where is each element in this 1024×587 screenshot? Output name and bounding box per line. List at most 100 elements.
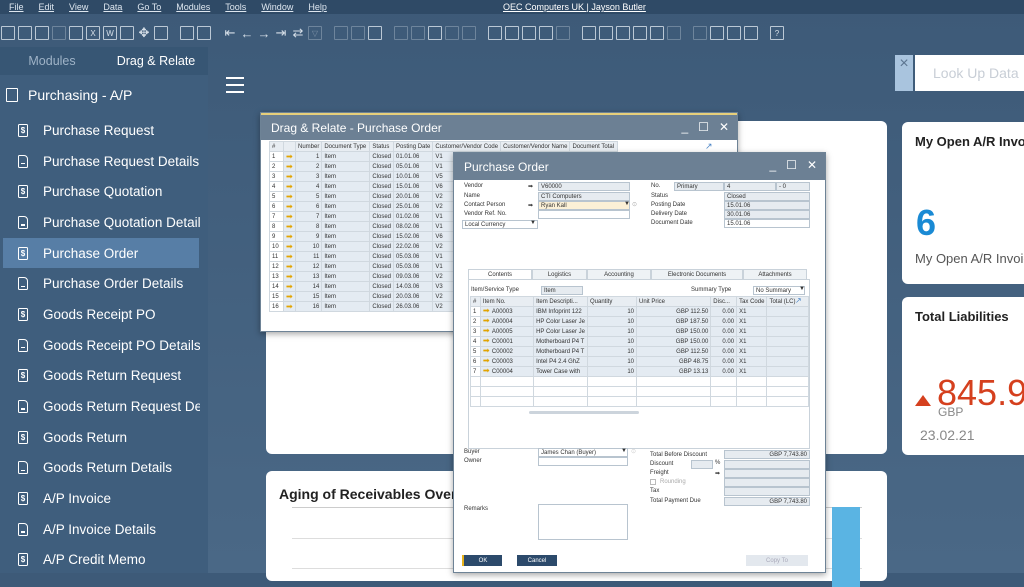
preview-icon[interactable] — [1, 26, 15, 40]
tab-drag-relate[interactable]: Drag & Relate — [104, 47, 208, 75]
link-arrow-icon[interactable]: ➡ — [283, 221, 296, 232]
sidebar-item[interactable]: A/P Invoice Details — [0, 514, 200, 545]
find-icon[interactable] — [180, 26, 194, 40]
expand-icon[interactable]: ↗ — [795, 296, 802, 305]
users-icon[interactable] — [633, 26, 647, 40]
table-cell[interactable]: X1 — [736, 306, 768, 317]
horizontal-scrollbar[interactable] — [529, 411, 639, 414]
table-cell[interactable]: 0.00 — [710, 316, 738, 327]
table-cell[interactable]: ➡ C00002 — [479, 346, 535, 357]
table-cell[interactable]: 10 — [587, 366, 637, 377]
menu-goto[interactable]: Go To — [137, 2, 161, 12]
link-arrow-icon[interactable]: ➡ — [483, 368, 492, 376]
table-cell[interactable] — [479, 396, 535, 407]
link-arrow-icon[interactable]: ➡ — [283, 291, 296, 302]
table-cell[interactable]: ➡ C00004 — [479, 366, 535, 377]
table-row[interactable]: 1 ➡ A00003 IBM Infoprint 122 10 GBP 112.50 0.… — [470, 306, 809, 317]
table-cell[interactable] — [766, 326, 809, 337]
link-arrow-icon[interactable]: ➡ — [528, 203, 533, 209]
contact-person-select[interactable]: Ryan Kall — [538, 201, 630, 210]
table-cell[interactable] — [533, 376, 588, 387]
sidebar-item[interactable]: $ Purchase Quotation — [0, 176, 200, 207]
table-row[interactable]: 5 ➡ C00002 Motherboard P4 T 10 GBP 112.50 0.0… — [470, 346, 809, 357]
table-cell[interactable] — [736, 386, 768, 397]
table-cell[interactable] — [766, 386, 809, 397]
expand-icon[interactable]: ↗ — [705, 141, 713, 152]
tab-modules[interactable]: Modules — [0, 47, 104, 75]
column-header[interactable]: Posting Date — [393, 141, 434, 152]
table-cell[interactable]: 10 — [587, 336, 637, 347]
table-cell[interactable] — [587, 376, 637, 387]
table-cell[interactable]: IBM Infoprint 122 — [533, 306, 588, 317]
approve-icon[interactable] — [727, 26, 741, 40]
freight-field[interactable] — [724, 469, 810, 478]
table-cell[interactable]: GBP 150.00 — [635, 336, 712, 347]
link-arrow-icon[interactable]: ➡ — [483, 348, 492, 356]
vendor-ref-field[interactable] — [538, 210, 630, 219]
link-arrow-icon[interactable]: ➡ — [483, 338, 492, 346]
table-cell[interactable]: X1 — [736, 356, 768, 367]
table-cell[interactable]: X1 — [736, 316, 768, 327]
rounding-checkbox[interactable] — [650, 479, 656, 485]
first-record-icon[interactable]: ⇤ — [223, 25, 237, 40]
cancel-button[interactable]: Cancel — [517, 555, 557, 566]
sidebar-item[interactable]: Purchase Quotation Details — [0, 207, 200, 238]
tab-electronic-documents[interactable]: Electronic Documents — [651, 269, 743, 279]
buyer-select[interactable]: James Chan (Buyer) — [538, 448, 628, 457]
column-header[interactable]: Tax Code — [736, 296, 768, 307]
table-cell[interactable]: Motherboard P4 T — [533, 346, 588, 357]
menu-modules[interactable]: Modules — [176, 2, 210, 12]
alert-icon[interactable] — [582, 26, 596, 40]
table-cell[interactable]: 0.00 — [710, 366, 738, 377]
maximize-icon[interactable]: ☐ — [786, 158, 797, 172]
copy-icon[interactable] — [69, 26, 83, 40]
table-cell[interactable]: X1 — [736, 366, 768, 377]
target-document-icon[interactable] — [368, 26, 382, 40]
sidebar-item[interactable]: $ A/P Credit Memo — [0, 545, 200, 576]
table-cell[interactable]: X1 — [736, 326, 768, 337]
sidebar-item[interactable]: Goods Return Details — [0, 453, 200, 484]
table-cell[interactable] — [470, 386, 481, 397]
table-cell[interactable]: Motherboard P4 T — [533, 336, 588, 347]
table-cell[interactable] — [736, 376, 768, 387]
table-row[interactable]: 2 ➡ A00004 HP Color Laser Je 10 GBP 187.50 0.… — [470, 316, 809, 327]
link-arrow-icon[interactable]: ➡ — [283, 261, 296, 272]
dropdown-icon[interactable]: ▼ — [530, 220, 536, 226]
copy-to-button[interactable]: Copy To — [746, 555, 808, 566]
link-arrow-icon[interactable]: ➡ — [483, 328, 492, 336]
table-cell[interactable] — [635, 396, 712, 407]
table-cell[interactable] — [766, 376, 809, 387]
payment-means-icon[interactable] — [411, 26, 425, 40]
column-header[interactable]: Customer/Vendor Name — [500, 141, 571, 152]
help-icon[interactable]: ? — [770, 26, 784, 40]
tab-contents[interactable]: Contents — [468, 269, 532, 279]
table-cell[interactable]: 10 — [587, 306, 637, 317]
sidebar-item[interactable]: Purchase Request Details — [0, 146, 200, 177]
column-header[interactable]: Item Descripti... — [533, 296, 588, 307]
menu-edit[interactable]: Edit — [39, 2, 55, 12]
pdf-export-icon[interactable] — [120, 26, 134, 40]
last-record-icon[interactable]: ⇥ — [274, 25, 288, 40]
table-cell[interactable] — [766, 346, 809, 357]
column-header[interactable]: # — [470, 296, 481, 307]
table-cell[interactable]: X1 — [736, 336, 768, 347]
column-header[interactable]: Quantity — [587, 296, 637, 307]
table-cell[interactable] — [766, 366, 809, 377]
table-cell[interactable]: GBP 150.00 — [635, 326, 712, 337]
table-cell[interactable] — [479, 386, 535, 397]
filter-icon[interactable]: ▽ — [308, 26, 322, 40]
sidebar-item[interactable]: $ Goods Receipt PO — [0, 299, 200, 330]
documents-icon[interactable] — [616, 26, 630, 40]
table-cell[interactable] — [710, 376, 738, 387]
table-cell[interactable] — [635, 376, 712, 387]
settings-icon[interactable] — [505, 26, 519, 40]
table-row[interactable]: 7 ➡ C00004 Tower Case with 10 GBP 13.13 0.00 X… — [470, 366, 809, 377]
dropdown-icon[interactable]: ▼ — [621, 448, 627, 454]
table-cell[interactable] — [766, 356, 809, 367]
lookup-data-input[interactable]: Look Up Data — [915, 55, 1024, 91]
column-header[interactable]: Disc... — [710, 296, 738, 307]
link-arrow-icon[interactable]: ➡ — [715, 471, 720, 477]
calendar-icon[interactable] — [599, 26, 613, 40]
table-cell[interactable]: 10 — [587, 316, 637, 327]
table-cell[interactable] — [587, 386, 637, 397]
